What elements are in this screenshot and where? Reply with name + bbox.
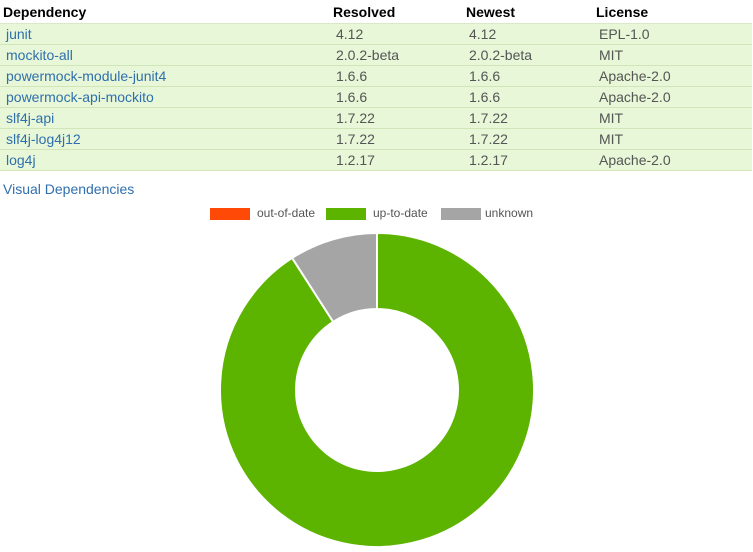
dependency-donut-chart [219, 231, 535, 548]
